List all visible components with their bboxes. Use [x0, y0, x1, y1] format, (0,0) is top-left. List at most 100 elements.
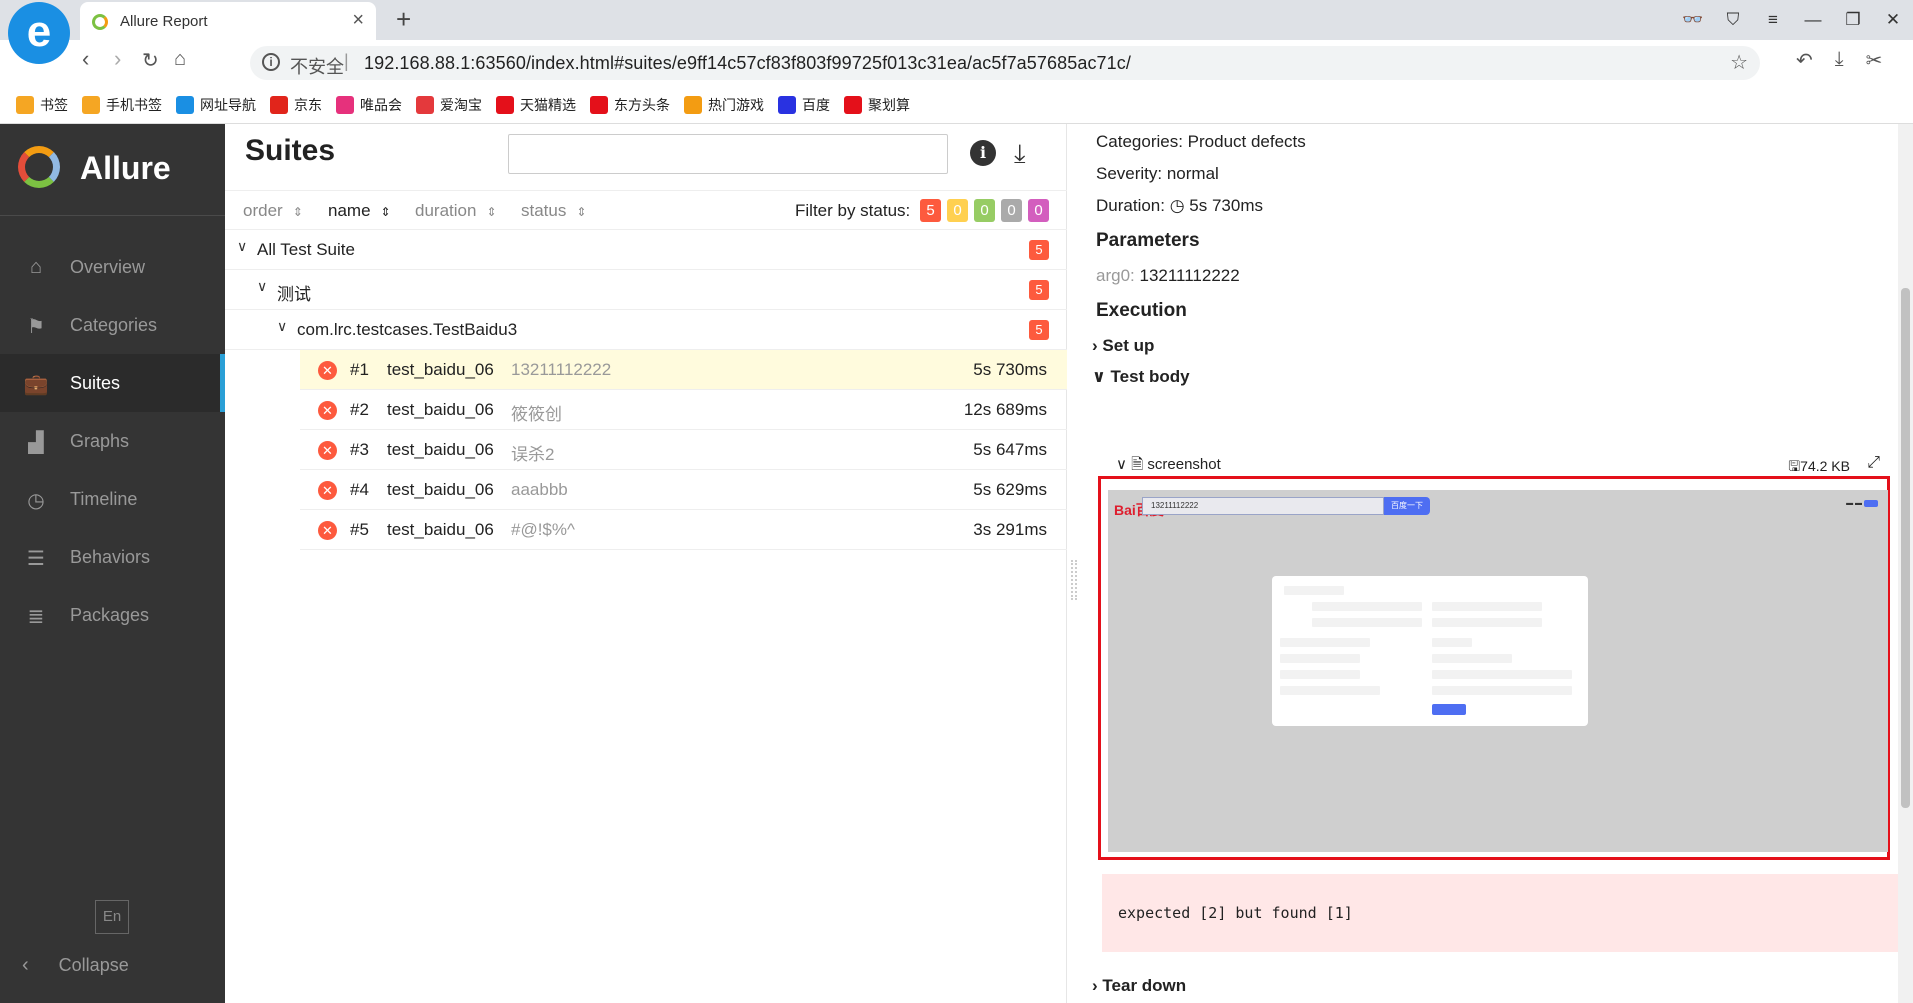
screenshot-search-box: 13211112222 [1142, 497, 1384, 515]
bookmark-item[interactable]: 爱淘宝 [416, 95, 482, 115]
home-icon[interactable]: ⌂ [174, 48, 186, 71]
status-filter-passed[interactable]: 0 [974, 199, 995, 222]
status-filter-skipped[interactable]: 0 [1001, 199, 1022, 222]
close-tab-icon[interactable]: × [352, 9, 364, 32]
reload-icon[interactable]: ↻ [142, 48, 159, 73]
bookmark-label: 东方头条 [614, 97, 670, 113]
sidebar-item-suites[interactable]: 💼 Suites [0, 354, 225, 412]
bookmark-item[interactable]: 天猫精选 [496, 95, 576, 115]
screenshot-image[interactable]: Bai百度 13211112222 百度一下 ▬ ▬ ▬▬ [1108, 490, 1888, 852]
tree-node-all[interactable]: ∨ All Test Suite 5 [225, 230, 1067, 270]
sidebar-item-packages[interactable]: ≣ Packages [0, 586, 225, 644]
tab-allure-report[interactable]: Allure Report × [80, 2, 376, 40]
duration-row: Duration: ◷ 5s 730ms [1096, 196, 1263, 216]
close-window-icon[interactable]: ✕ [1873, 0, 1913, 40]
new-tab-icon[interactable]: + [396, 4, 411, 35]
url-text[interactable]: 192.168.88.1:63560/index.html#suites/e9f… [364, 53, 1131, 74]
bookmarks-bar: 书签 手机书签 网址导航 京东 唯品会 爱淘宝 天猫精选 东方头条 热门游戏 百度 聚划算 [0, 88, 1913, 122]
case-duration: 5s 730ms [973, 360, 1047, 379]
sidebar-item-behaviors[interactable]: ☰ Behaviors [0, 528, 225, 586]
modal-field [1312, 602, 1422, 611]
sort-duration[interactable]: duration ⇕ [415, 201, 497, 221]
tree-node-class[interactable]: ∨ com.lrc.testcases.TestBaidu3 5 [225, 310, 1067, 350]
bookmark-item[interactable]: 唯品会 [336, 95, 402, 115]
status-filter-unknown[interactable]: 0 [1028, 199, 1049, 222]
browser-logo-icon[interactable]: e [8, 2, 70, 64]
sort-status[interactable]: status ⇕ [521, 201, 586, 221]
search-input[interactable] [508, 134, 948, 174]
bookmark-star-icon[interactable]: ☆ [1730, 50, 1748, 75]
download-icon[interactable]: ⤓ [1835, 48, 1844, 73]
restore-icon[interactable]: ❐ [1833, 0, 1873, 40]
step-set-up[interactable]: › Set up [1092, 336, 1154, 356]
sort-name[interactable]: name ⇕ [328, 201, 391, 221]
cut-icon[interactable]: ✂ [1866, 48, 1883, 73]
bookmark-item[interactable]: 手机书签 [82, 95, 162, 115]
collapse-button[interactable]: ‹ Collapse [22, 954, 129, 977]
detail-scrollbar[interactable] [1898, 124, 1913, 1003]
case-param: 13211112222 [511, 360, 612, 379]
case-param: aaabbb [511, 480, 568, 499]
modal-field [1312, 618, 1422, 627]
bookmark-item[interactable]: 百度 [778, 95, 830, 115]
sort-order[interactable]: order ⇕ [243, 201, 303, 221]
expand-icon[interactable]: ⤢ [1867, 454, 1880, 472]
chevron-down-icon: ∨ [237, 238, 248, 254]
bookmark-item[interactable]: 聚划算 [844, 95, 910, 115]
allure-favicon-icon [92, 14, 108, 30]
minimize-icon[interactable]: — [1793, 0, 1833, 40]
test-case-row[interactable]: ✕ #5 test_baidu_06 #@!$%^ 3s 291ms [300, 510, 1067, 550]
save-icon: 🖫 [1788, 458, 1801, 474]
collapse-label: Collapse [58, 955, 129, 975]
sort-asc-icon: ⇕ [380, 205, 391, 219]
bookmark-label: 天猫精选 [520, 97, 576, 113]
game-icon [684, 96, 702, 114]
status-filter-broken[interactable]: 0 [947, 199, 968, 222]
sidebar-item-timeline[interactable]: ◷ Timeline [0, 470, 225, 528]
language-button[interactable]: En [95, 900, 129, 934]
sidebar-item-categories[interactable]: ⚑ Categories [0, 296, 225, 354]
step-test-body[interactable]: ∨ Test body [1092, 367, 1190, 387]
tab-title: Allure Report [120, 13, 208, 30]
modal-field [1432, 638, 1472, 647]
browser-chrome: e Allure Report × + 👓 ⛉ ≡ — ❐ ✕ ‹ › ↻ ⌂ … [0, 0, 1913, 124]
attachment-row[interactable]: ∨ 🗎 screenshot 🖫74.2 KB ⤢ [1116, 454, 1886, 476]
tree-node-suite[interactable]: ∨ 测试 5 [225, 270, 1067, 310]
test-case-row[interactable]: ✕ #3 test_baidu_06 误杀2 5s 647ms [300, 430, 1067, 470]
test-case-row[interactable]: ✕ #4 test_baidu_06 aaabbb 5s 629ms [300, 470, 1067, 510]
scroll-thumb[interactable] [1901, 288, 1910, 808]
address-bar[interactable]: i 不安全 | 192.168.88.1:63560/index.html#su… [250, 46, 1760, 80]
brand[interactable]: Allure [0, 124, 225, 216]
sidebar-item-graphs[interactable]: ▟ Graphs [0, 412, 225, 470]
shirt-icon[interactable]: ⛉ [1713, 0, 1753, 40]
mask-icon[interactable]: 👓 [1673, 0, 1713, 40]
step-label: Test body [1110, 367, 1190, 386]
step-tear-down[interactable]: › Tear down [1092, 976, 1186, 996]
info-icon[interactable]: i [970, 140, 996, 166]
bookmark-label: 百度 [802, 97, 830, 113]
splitter-handle[interactable] [1071, 560, 1077, 600]
forward-icon[interactable]: › [114, 46, 121, 72]
status-filter-failed[interactable]: 5 [920, 199, 941, 222]
undo-icon[interactable]: ↶ [1796, 48, 1813, 73]
menu-icon[interactable]: ≡ [1753, 0, 1793, 40]
bookmark-item[interactable]: 东方头条 [590, 95, 670, 115]
chevron-down-icon: ∨ [1116, 456, 1127, 473]
bookmark-item[interactable]: 热门游戏 [684, 95, 764, 115]
tab-bar: e Allure Report × + 👓 ⛉ ≡ — ❐ ✕ [0, 0, 1913, 64]
brand-name: Allure [80, 150, 171, 186]
bookmark-item[interactable]: 书签 [16, 95, 68, 115]
tree-node-label: com.lrc.testcases.TestBaidu3 [297, 320, 518, 339]
sidebar-item-overview[interactable]: ⌂ Overview [0, 238, 225, 296]
bookmark-item[interactable]: 网址导航 [176, 95, 256, 115]
modal-field [1280, 670, 1360, 679]
bookmark-label: 热门游戏 [708, 97, 764, 113]
case-param: #@!$%^ [511, 520, 575, 539]
test-case-row[interactable]: ✕ #1 test_baidu_06 13211112222 5s 730ms [300, 350, 1067, 390]
download-icon[interactable]: ⤓ [1014, 138, 1026, 170]
test-case-row[interactable]: ✕ #2 test_baidu_06 筱筱创 12s 689ms [300, 390, 1067, 430]
info-icon[interactable]: i [262, 53, 280, 71]
bookmark-item[interactable]: 京东 [270, 95, 322, 115]
back-icon[interactable]: ‹ [82, 46, 89, 72]
attachment-name: screenshot [1147, 456, 1221, 473]
